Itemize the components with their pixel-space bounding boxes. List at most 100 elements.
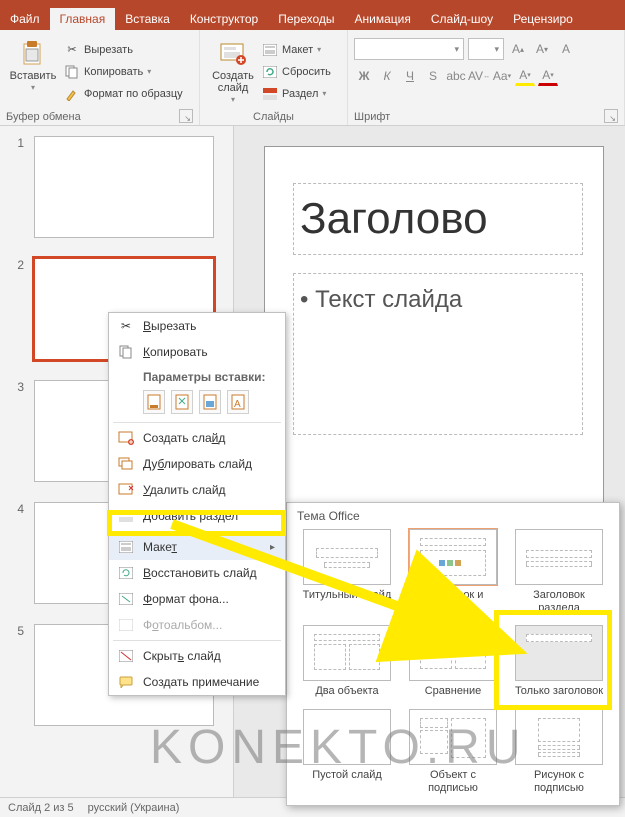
section-icon [262,86,278,102]
layout-two-content[interactable]: Два объекта [297,623,397,700]
layout-flyout: Тема Office Титульный слайд Заголовок и … [286,502,620,806]
ctx-copy[interactable]: Копировать [109,339,285,365]
paste-label: Вставить [10,70,57,82]
font-color-button[interactable]: A▾ [538,66,558,86]
clipboard-group-label: Буфер обмена [6,109,81,123]
layout-picture-caption[interactable]: Рисунок с подписью [509,707,609,797]
ctx-layout[interactable]: Макет ▸ [109,534,285,560]
context-menu: ✂ Вырезать Копировать Параметры вставки:… [108,312,286,696]
font-size-combo[interactable] [468,38,504,60]
ctx-photo-album: Фотоальбом... [109,612,285,638]
increase-font-button[interactable]: A▴ [508,39,528,59]
layout-section-header[interactable]: Заголовок раздела [509,527,609,617]
font-highlight-button[interactable]: A▾ [515,66,535,86]
section-dropdown[interactable]: Раздел ▾ [262,84,331,104]
scissors-icon: ✂ [64,42,80,58]
tab-file[interactable]: Файл [0,8,50,30]
duplicate-icon [117,456,135,472]
layout-blank[interactable]: Пустой слайд [297,707,397,797]
ctx-hide-slide[interactable]: Скрыть слайд [109,643,285,669]
ribbon: Вставить ▾ ✂ Вырезать Копировать ▾ [0,30,625,126]
thumbnail-number: 5 [12,624,24,726]
ctx-duplicate-slide[interactable]: Дублировать слайд [109,451,285,477]
tab-review[interactable]: Рецензиро [503,8,583,30]
decrease-font-button[interactable]: A▾ [532,39,552,59]
thumbnail-number: 1 [12,136,24,238]
layout-title-slide[interactable]: Титульный слайд [297,527,397,617]
paste-option-theme[interactable] [143,390,165,414]
ctx-new-slide[interactable]: Создать слайд [109,425,285,451]
copy-icon [64,64,80,80]
new-slide-label: Создать слайд [212,70,254,94]
paste-option-text[interactable]: A [227,390,249,414]
ribbon-tabs: Файл Главная Вставка Конструктор Переход… [0,6,625,30]
layout-icon [117,539,135,555]
submenu-arrow-icon: ▸ [270,542,275,553]
reset-icon [262,64,278,80]
char-spacing-button[interactable]: AV↔ [469,66,489,86]
thumbnail[interactable] [34,136,214,238]
paste-button[interactable]: Вставить ▾ [6,34,60,109]
svg-text:A: A [234,399,241,410]
layout-content-caption[interactable]: Объект с подписью [403,707,503,797]
ctx-add-section[interactable]: Добавить раздел [109,503,285,529]
ctx-format-background[interactable]: Формат фона... [109,586,285,612]
tab-design[interactable]: Конструктор [180,8,268,30]
slide-body-placeholder[interactable]: • Текст слайда [293,273,583,435]
photo-album-icon [117,617,135,633]
ctx-paste-options: A [109,386,285,420]
font-launcher[interactable] [604,109,618,123]
slide-title-placeholder[interactable]: Заголово [293,183,583,255]
cut-button[interactable]: ✂ Вырезать [64,40,183,60]
bold-button[interactable]: Ж [354,66,374,86]
tab-slideshow[interactable]: Слайд-шоу [421,8,503,30]
brush-icon [64,86,80,102]
tab-animations[interactable]: Анимация [345,8,421,30]
layout-icon [262,42,278,58]
group-font: A▴ A▾ A Ж К Ч S abc AV↔ Aa▾ A▾ A▾ Шрифт [348,30,625,125]
reset-button[interactable]: Сбросить [262,62,331,82]
underline-button[interactable]: Ч [400,66,420,86]
hide-slide-icon [117,648,135,664]
tab-transitions[interactable]: Переходы [268,8,344,30]
new-slide-button[interactable]: Создать слайд ▾ [206,34,260,109]
tab-home[interactable]: Главная [50,8,116,30]
tab-insert[interactable]: Вставка [115,8,180,30]
ctx-reset-slide[interactable]: Восстановить слайд [109,560,285,586]
paste-option-picture[interactable] [199,390,221,414]
format-painter-button[interactable]: Формат по образцу [64,84,183,104]
group-clipboard: Вставить ▾ ✂ Вырезать Копировать ▾ [0,30,200,125]
change-case-button[interactable]: Aa▾ [492,66,512,86]
layout-title-content[interactable]: Заголовок и объект [403,527,503,617]
strikethrough-button[interactable]: S [423,66,443,86]
layout-dropdown[interactable]: Макет ▾ [262,40,331,60]
clear-formatting-button[interactable]: A [556,39,576,59]
ctx-cut[interactable]: ✂ Вырезать [109,313,285,339]
clipboard-launcher[interactable] [179,109,193,123]
thumbnail-row[interactable]: 1 [12,136,221,238]
new-slide-icon [117,430,135,446]
ctx-new-comment[interactable]: Создать примечание [109,669,285,695]
shadow-button[interactable]: abc [446,66,466,86]
slides-group-label: Слайды [253,109,294,123]
copy-button[interactable]: Копировать ▾ [64,62,183,82]
font-group-label: Шрифт [354,109,390,123]
paste-option-source[interactable] [171,390,193,414]
flyout-theme-label: Тема Office [287,503,619,527]
delete-slide-icon [117,482,135,498]
scissors-icon: ✂ [117,318,135,334]
ctx-paste-options-label: Параметры вставки: [109,365,285,386]
comment-icon [117,674,135,690]
reset-icon [117,565,135,581]
thumbnail-number: 3 [12,380,24,482]
italic-button[interactable]: К [377,66,397,86]
ctx-delete-slide[interactable]: Удалить слайд [109,477,285,503]
status-language[interactable]: русский (Украина) [88,802,180,814]
group-slides: Создать слайд ▾ Макет ▾ Сбросить [200,30,348,125]
status-slide-counter: Слайд 2 из 5 [8,802,74,814]
layout-title-only[interactable]: Только заголовок [509,623,609,700]
thumbnail-number: 2 [12,258,24,360]
font-name-combo[interactable] [354,38,464,60]
layout-comparison[interactable]: Сравнение [403,623,503,700]
new-slide-icon [219,40,247,68]
